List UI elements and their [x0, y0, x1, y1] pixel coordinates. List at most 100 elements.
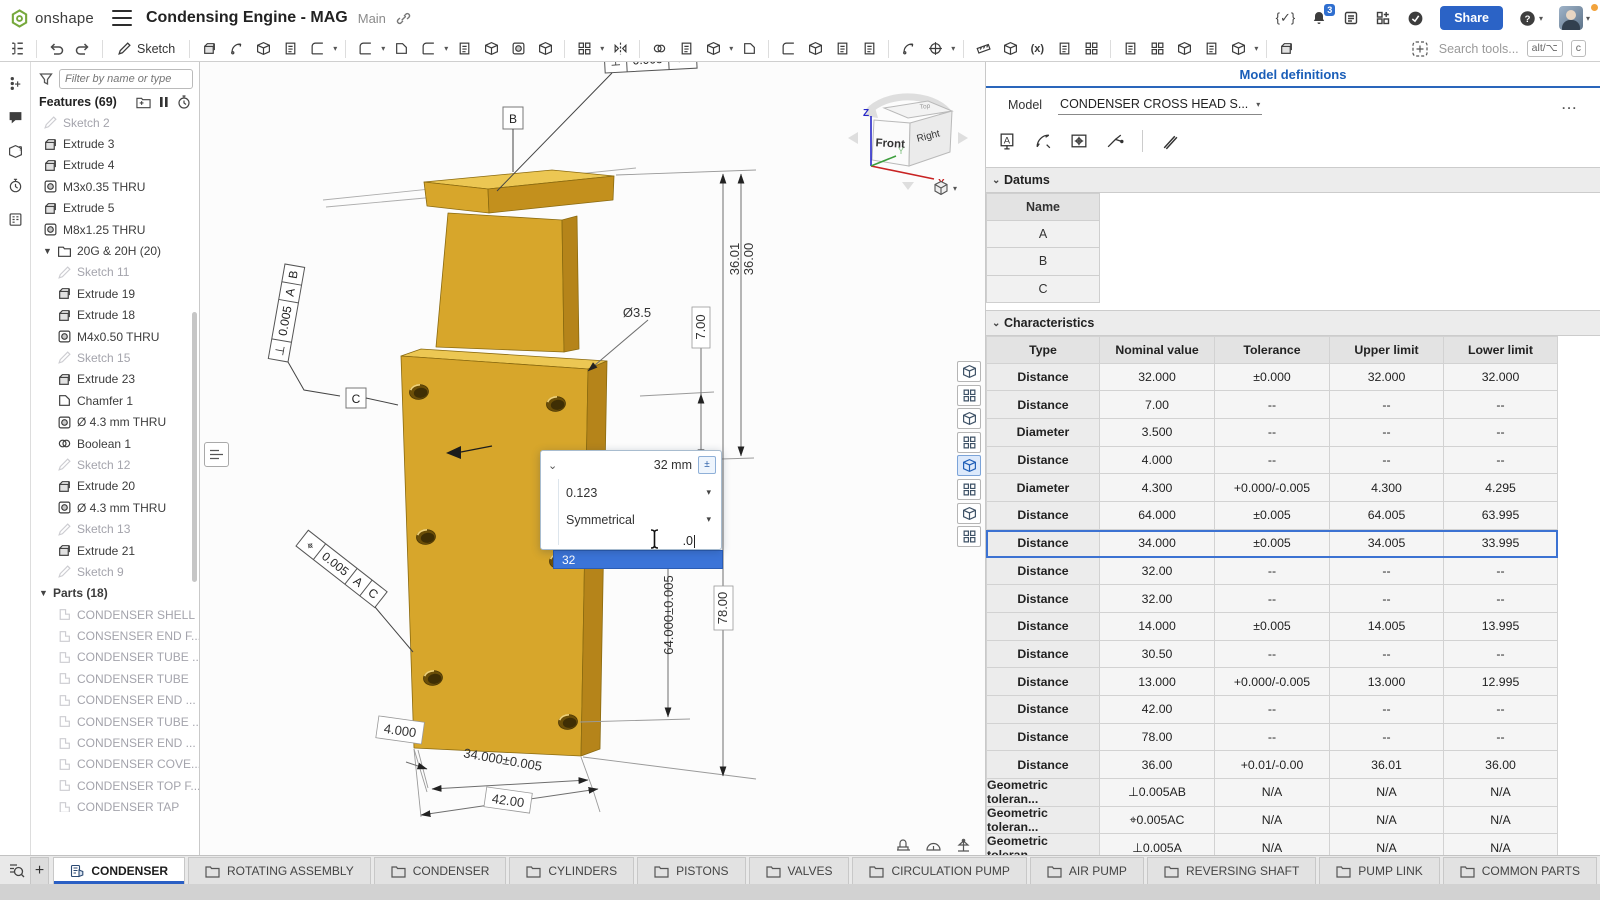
part-item[interactable]: CONDENSER TUBE — [31, 668, 199, 689]
chevron-down-icon[interactable]: ▼ — [39, 588, 48, 598]
tolerance-value[interactable]: -- — [1215, 585, 1330, 613]
tolerance-value[interactable]: -- — [1215, 724, 1330, 752]
dimension-tool-icon[interactable] — [1034, 132, 1053, 151]
part-item[interactable]: CONDENSER END ... — [31, 690, 199, 711]
nominal-value[interactable]: 32.00 — [1100, 558, 1215, 586]
undo-icon[interactable] — [45, 38, 67, 60]
dim-64[interactable]: 64.000±0.005 — [661, 575, 676, 654]
feature-item[interactable]: M3x0.35 THRU — [31, 176, 199, 197]
definition-tool-8-icon[interactable] — [957, 526, 981, 547]
model-definitions-icon[interactable] — [6, 210, 24, 228]
characteristic-row[interactable]: Distance7.00------ — [986, 391, 1558, 419]
tolerance-value[interactable]: -- — [1215, 419, 1330, 447]
feature-item[interactable]: Ø 4.3 mm THRU — [31, 411, 199, 432]
feature-list-toggle-icon[interactable] — [6, 38, 28, 60]
characteristic-row[interactable]: Distance30.50------ — [986, 641, 1558, 669]
shell-icon[interactable] — [480, 38, 502, 60]
thicken-icon[interactable] — [306, 38, 328, 60]
nominal-value[interactable]: 32.00 — [1100, 585, 1215, 613]
tolerance-value[interactable]: -- — [1215, 391, 1330, 419]
characteristic-row[interactable]: Distance42.00------ — [986, 696, 1558, 724]
section-view-icon[interactable] — [1200, 38, 1222, 60]
chamfer-icon[interactable] — [390, 38, 412, 60]
characteristic-row[interactable]: Geometric toleran...⊥0.005ABN/AN/AN/A — [986, 779, 1558, 807]
chevron-down-icon[interactable]: ▾ — [951, 44, 955, 53]
rib-icon[interactable] — [453, 38, 475, 60]
feature-item[interactable]: Extrude 5 — [31, 198, 199, 219]
feature-item[interactable]: Extrude 4 — [31, 155, 199, 176]
characteristic-row[interactable]: Distance32.000±0.00032.00032.000 — [986, 364, 1558, 392]
model-selector-dropdown[interactable]: CONDENSER CROSS HEAD S... ▾ — [1058, 95, 1262, 115]
document-tab[interactable]: AIR PUMP — [1030, 857, 1144, 884]
nominal-value[interactable]: ⊥0.005AB — [1100, 779, 1215, 807]
feature-item[interactable]: M8x1.25 THRU — [31, 219, 199, 240]
tolerance-value[interactable]: ±0.005 — [1215, 613, 1330, 641]
learning-center-icon[interactable] — [1407, 10, 1424, 27]
fcf-perpendicular-a[interactable]: ⊥ 0.005 A — [604, 62, 697, 73]
tolerance-value[interactable]: +0.000/-0.005 — [1215, 474, 1330, 502]
new-tab-button[interactable]: + — [30, 857, 50, 884]
chevron-down-icon[interactable]: ▾ — [600, 44, 604, 53]
definition-tool-6-icon[interactable] — [957, 479, 981, 500]
delete-part-icon[interactable] — [738, 38, 760, 60]
feature-item[interactable]: Sketch 2 — [31, 112, 199, 133]
part-item[interactable]: CONDENSER COVE... — [31, 754, 199, 775]
collapse-chevron-icon[interactable]: ⌄ — [548, 459, 557, 472]
document-menu-icon[interactable] — [112, 10, 132, 26]
named-views-icon[interactable] — [1173, 38, 1195, 60]
feature-item[interactable]: Sketch 13 — [31, 518, 199, 539]
characteristic-row[interactable]: Distance36.00+0.01/-0.0036.0136.00 — [986, 751, 1558, 779]
tolerance-value[interactable]: +0.000/-0.005 — [1215, 668, 1330, 696]
search-tools-input[interactable]: Search tools... — [1439, 42, 1519, 56]
tolerance-value-input[interactable]: .0 — [541, 533, 721, 549]
filter-input[interactable] — [59, 69, 193, 89]
tolerance-value[interactable]: -- — [1215, 558, 1330, 586]
document-tab[interactable]: CYLINDERS — [509, 857, 634, 884]
part-item[interactable]: CONDENSER END ... — [31, 732, 199, 753]
featurescript-icon[interactable]: {✓} — [1276, 10, 1296, 26]
definition-tool-3-icon[interactable] — [957, 408, 981, 429]
definition-tool-1-icon[interactable] — [957, 361, 981, 382]
datum-row[interactable]: C — [986, 276, 1100, 304]
feature-item[interactable]: Extrude 23 — [31, 369, 199, 390]
history-icon[interactable] — [6, 176, 24, 194]
definition-tool-5-icon[interactable] — [957, 455, 981, 476]
nominal-value[interactable]: 30.50 — [1100, 641, 1215, 669]
chevron-down-icon[interactable]: ▾ — [444, 44, 448, 53]
tolerance-value[interactable]: +0.01/-0.00 — [1215, 751, 1330, 779]
definition-tool-4-icon[interactable] — [957, 432, 981, 453]
document-tab[interactable]: VALVES — [749, 857, 850, 884]
nominal-value[interactable]: 4.300 — [1100, 474, 1215, 502]
tolerance-value[interactable]: ±0.000 — [1215, 364, 1330, 392]
feature-item[interactable]: M4x0.50 THRU — [31, 326, 199, 347]
boolean-icon[interactable] — [648, 38, 670, 60]
select-tool-icon[interactable] — [1409, 38, 1431, 60]
part-item[interactable]: CONDENSER TAP — [31, 797, 199, 813]
modify-fillet-icon[interactable] — [777, 38, 799, 60]
nominal-value[interactable]: ⌖0.005AC — [1100, 807, 1215, 835]
datum-c[interactable]: C — [346, 388, 398, 408]
nominal-value[interactable]: ⊥0.005A — [1100, 834, 1215, 855]
drawing-list-toggle[interactable] — [204, 442, 229, 467]
document-tab[interactable]: PISTONS — [637, 857, 745, 884]
characteristic-row[interactable]: Distance78.00------ — [986, 724, 1558, 752]
feature-item[interactable]: Sketch 12 — [31, 454, 199, 475]
bend-tool-icon[interactable] — [1106, 132, 1125, 151]
nominal-value[interactable]: 36.00 — [1100, 751, 1215, 779]
nominal-value[interactable]: 4.000 — [1100, 447, 1215, 475]
thread-icon[interactable] — [534, 38, 556, 60]
document-tab[interactable]: COMMON PARTS — [1443, 857, 1597, 884]
feature-script-icon[interactable] — [1053, 38, 1075, 60]
document-tab[interactable]: CIRCULATION PUMP — [852, 857, 1026, 884]
characteristic-row[interactable]: Distance14.000±0.00514.00513.995 — [986, 613, 1558, 641]
hole-icon[interactable] — [507, 38, 529, 60]
share-link-icon[interactable] — [396, 11, 411, 26]
dimension-value-input[interactable]: 32 — [553, 550, 723, 569]
nominal-value[interactable]: 42.00 — [1100, 696, 1215, 724]
feature-item[interactable]: Extrude 19 — [31, 283, 199, 304]
tolerance-type-dropdown[interactable]: Symmetrical▾ — [541, 506, 721, 533]
nominal-value[interactable]: 64.000 — [1100, 502, 1215, 530]
move-face-icon[interactable] — [804, 38, 826, 60]
datum-row[interactable]: A — [986, 221, 1100, 249]
release-tasks-icon[interactable] — [1343, 10, 1359, 26]
